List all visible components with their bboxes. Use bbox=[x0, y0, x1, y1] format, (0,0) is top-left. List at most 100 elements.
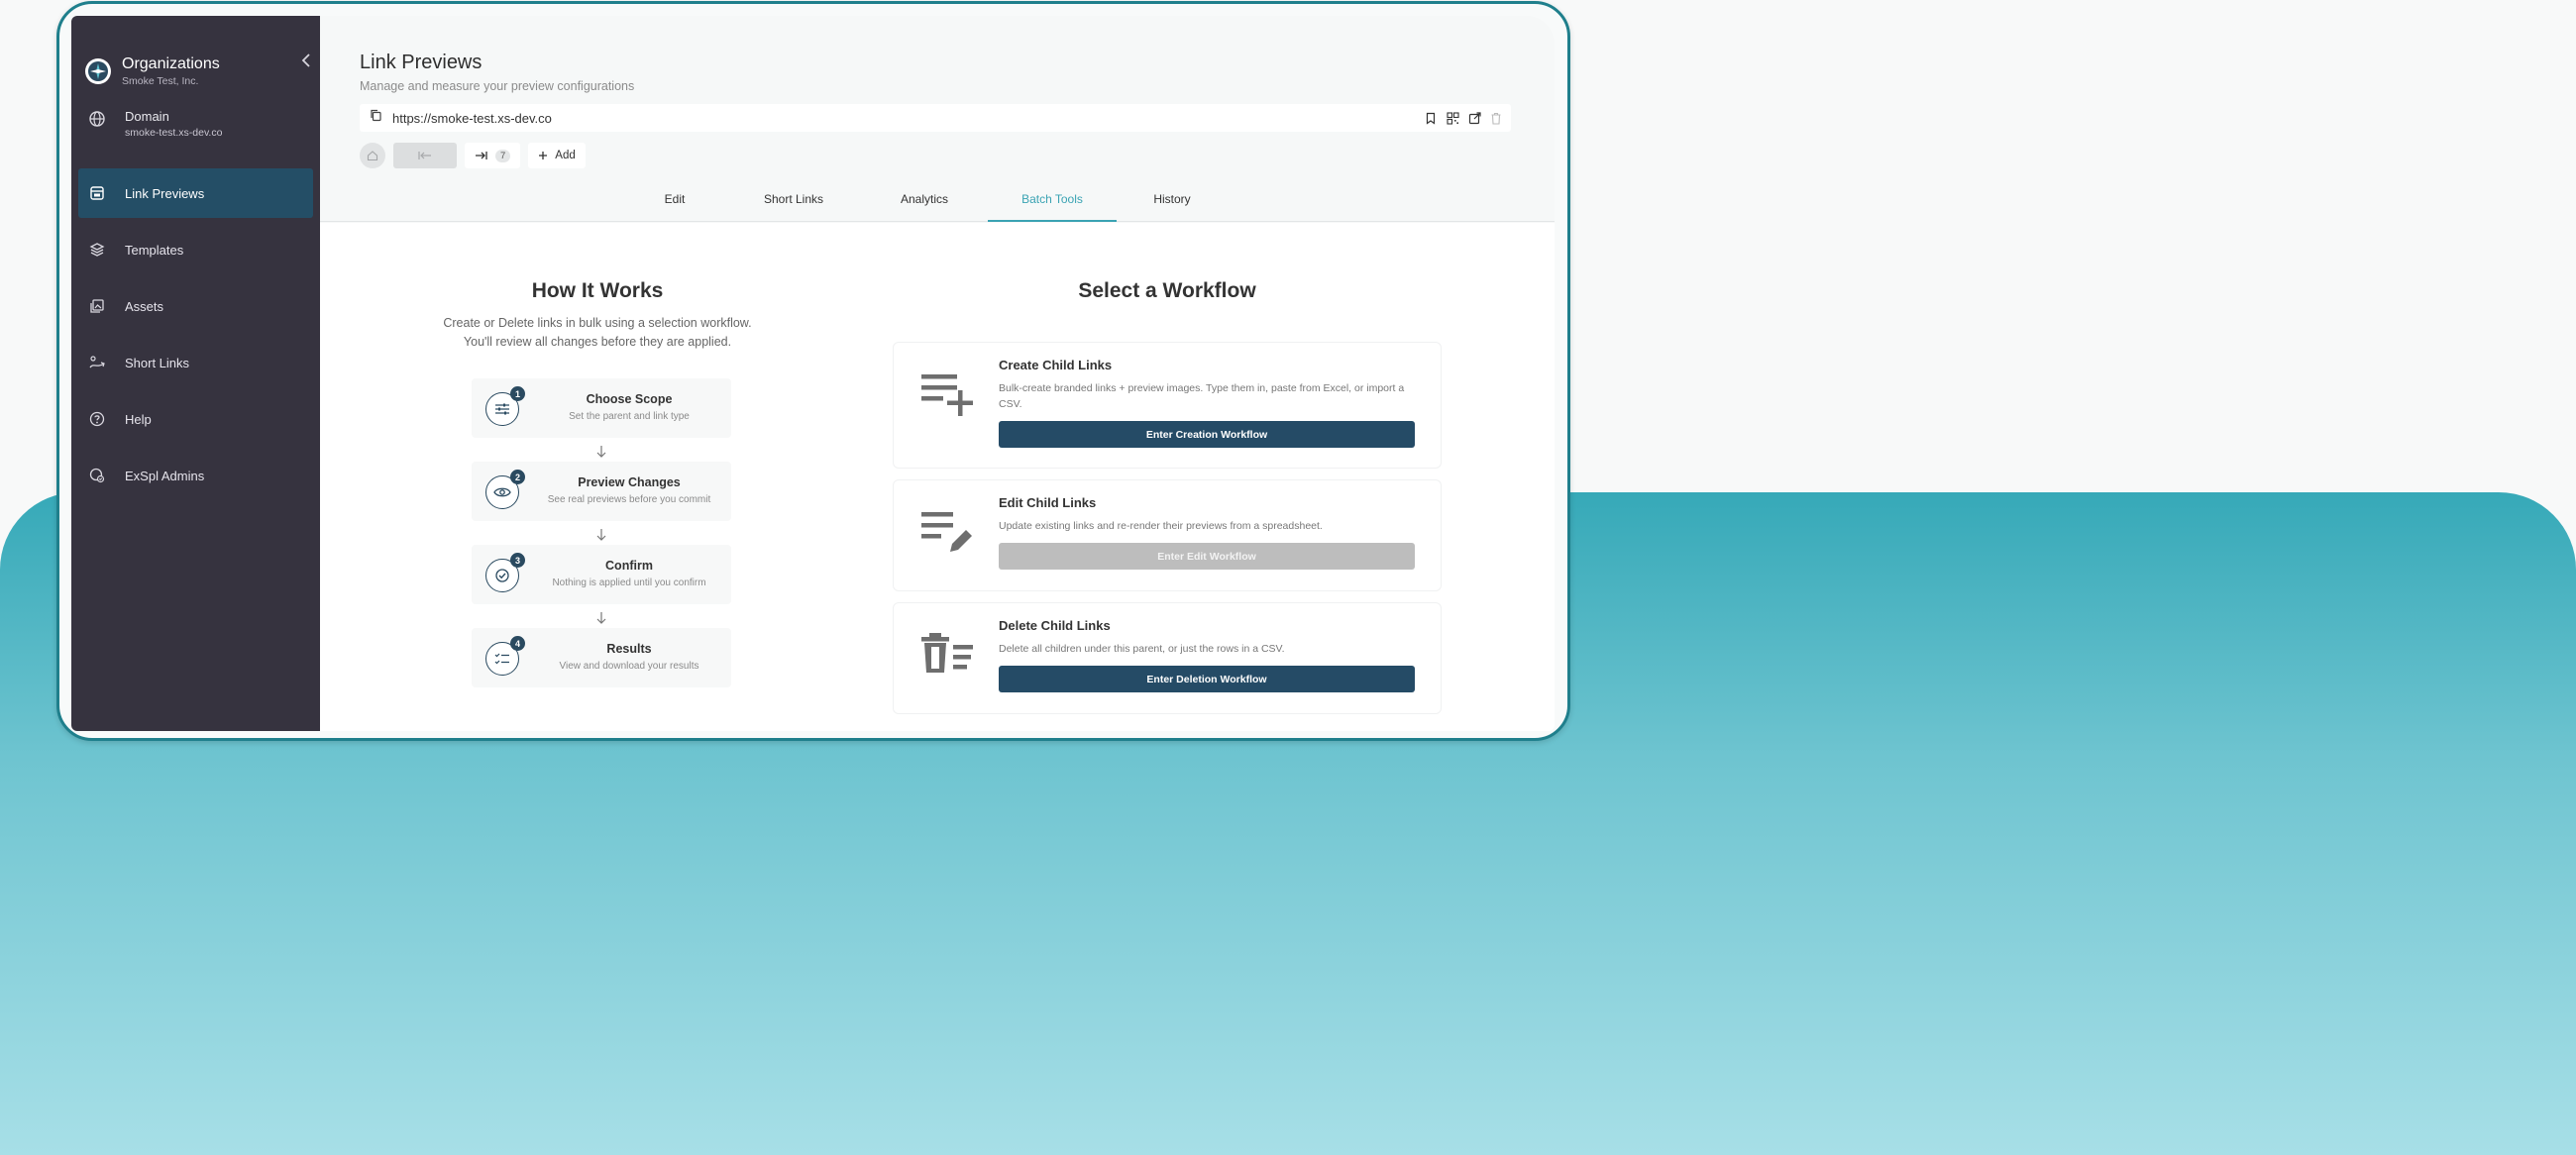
tab-batch-tools[interactable]: Batch Tools bbox=[988, 192, 1117, 222]
sidebar-item-assets[interactable]: Assets bbox=[78, 281, 313, 331]
arrow-down-icon bbox=[595, 528, 607, 545]
page-title: Link Previews bbox=[360, 52, 483, 73]
sidebar: Organizations Smoke Test, Inc. Domain sm… bbox=[71, 16, 320, 731]
how-it-works-description: Create or Delete links in bulk using a s… bbox=[419, 314, 776, 352]
add-label: Add bbox=[555, 150, 576, 161]
plus-icon bbox=[539, 152, 548, 159]
home-icon bbox=[367, 151, 378, 161]
children-button[interactable]: 7 bbox=[465, 143, 521, 168]
tab-label: History bbox=[1153, 192, 1191, 206]
sidebar-item-label: Link Previews bbox=[125, 185, 205, 201]
org-switcher[interactable]: Organizations Smoke Test, Inc. bbox=[71, 16, 320, 95]
short-link-icon bbox=[87, 353, 107, 372]
domain-selector[interactable]: Domain smoke-test.xs-dev.co bbox=[71, 95, 320, 155]
card-title: Edit Child Links bbox=[999, 495, 1097, 510]
card-description: Delete all children under this parent, o… bbox=[999, 643, 1285, 655]
sidebar-item-exspl-admins[interactable]: ExSpl Admins bbox=[78, 451, 313, 500]
enter-deletion-workflow-button[interactable]: Enter Deletion Workflow bbox=[999, 666, 1415, 692]
collapse-sidebar-icon[interactable] bbox=[301, 53, 311, 72]
children-count-badge: 7 bbox=[495, 149, 511, 162]
arrow-to-start-icon bbox=[418, 152, 431, 159]
page-header: Link Previews Manage and measure your pr… bbox=[320, 16, 1555, 93]
enter-edit-workflow-button: Enter Edit Workflow bbox=[999, 543, 1415, 570]
card-description: Update existing links and re-render thei… bbox=[999, 520, 1323, 532]
sidebar-item-label: Short Links bbox=[125, 355, 190, 370]
step-subtitle: View and download your results bbox=[559, 661, 699, 672]
admin-icon bbox=[87, 466, 107, 485]
link-preview-icon bbox=[87, 183, 107, 203]
delete-list-icon bbox=[919, 631, 977, 688]
description-line: Create or Delete links in bulk using a s… bbox=[443, 316, 752, 330]
globe-icon bbox=[87, 109, 107, 129]
step-subtitle: Nothing is applied until you confirm bbox=[552, 578, 706, 588]
description-line: You'll review all changes before they ar… bbox=[463, 335, 732, 349]
card-title: Create Child Links bbox=[999, 358, 1113, 372]
tab-label: Batch Tools bbox=[1021, 192, 1083, 206]
go-to-parent-button bbox=[393, 143, 457, 168]
tab-short-links[interactable]: Short Links bbox=[744, 192, 843, 222]
add-button[interactable]: Add bbox=[528, 143, 586, 168]
batch-tools-content: How It Works Create or Delete links in b… bbox=[320, 223, 1555, 731]
copy-icon[interactable] bbox=[370, 109, 382, 127]
create-child-links-card: Create Child Links Bulk-create branded l… bbox=[893, 342, 1442, 469]
tab-label: Edit bbox=[664, 192, 686, 206]
how-it-works-title: How It Works bbox=[531, 279, 664, 302]
step-results: 4 Results View and download your results bbox=[472, 628, 731, 687]
images-icon bbox=[87, 296, 107, 316]
page-subtitle: Manage and measure your preview configur… bbox=[360, 79, 635, 93]
url-text[interactable]: https://smoke-test.xs-dev.co bbox=[392, 111, 552, 126]
org-name: Organizations bbox=[122, 55, 220, 72]
org-subtitle: Smoke Test, Inc. bbox=[122, 75, 199, 87]
card-title: Delete Child Links bbox=[999, 618, 1111, 633]
list-edit-icon bbox=[919, 510, 977, 568]
step-preview-changes: 2 Preview Changes See real previews befo… bbox=[472, 462, 731, 521]
bookmark-icon[interactable] bbox=[1424, 111, 1438, 125]
list-add-icon bbox=[919, 372, 977, 430]
step-title: Results bbox=[606, 642, 652, 656]
main-panel: Link Previews Manage and measure your pr… bbox=[320, 16, 1555, 731]
tab-label: Short Links bbox=[763, 192, 824, 206]
step-subtitle: Set the parent and link type bbox=[569, 411, 690, 422]
step-number-badge: 2 bbox=[510, 470, 525, 484]
toolbar: 7 Add bbox=[360, 143, 586, 168]
edit-child-links-card: Edit Child Links Update existing links a… bbox=[893, 479, 1442, 591]
step-number-badge: 3 bbox=[510, 553, 525, 568]
step-subtitle: See real previews before you commit bbox=[547, 494, 711, 505]
step-choose-scope: 1 Choose Scope Set the parent and link t… bbox=[472, 378, 731, 438]
arrow-down-icon bbox=[595, 611, 607, 628]
step-number-badge: 4 bbox=[510, 636, 525, 651]
domain-value: smoke-test.xs-dev.co bbox=[125, 127, 223, 139]
sidebar-item-link-previews[interactable]: Link Previews bbox=[78, 168, 313, 218]
sidebar-item-help[interactable]: Help bbox=[78, 394, 313, 444]
url-bar: https://smoke-test.xs-dev.co bbox=[360, 104, 1511, 132]
select-workflow-title: Select a Workflow bbox=[1078, 279, 1256, 302]
step-title: Confirm bbox=[605, 559, 653, 573]
step-title: Choose Scope bbox=[586, 392, 673, 406]
trash-icon bbox=[1489, 111, 1503, 125]
qr-code-icon[interactable] bbox=[1446, 111, 1459, 125]
sidebar-item-label: Templates bbox=[125, 242, 184, 258]
tab-analytics[interactable]: Analytics bbox=[875, 192, 974, 222]
enter-creation-workflow-button[interactable]: Enter Creation Workflow bbox=[999, 421, 1415, 448]
domain-title: Domain bbox=[125, 109, 169, 124]
open-external-icon[interactable] bbox=[1467, 111, 1481, 125]
home-button bbox=[360, 143, 385, 168]
card-description: Bulk-create branded links + preview imag… bbox=[999, 382, 1405, 410]
tab-history[interactable]: History bbox=[1123, 192, 1222, 222]
arrow-to-end-icon bbox=[476, 152, 487, 159]
arrow-down-icon bbox=[595, 445, 607, 462]
delete-child-links-card: Delete Child Links Delete all children u… bbox=[893, 602, 1442, 714]
app-window: Organizations Smoke Test, Inc. Domain sm… bbox=[71, 16, 1555, 731]
tab-label: Analytics bbox=[900, 192, 949, 206]
sidebar-item-short-links[interactable]: Short Links bbox=[78, 338, 313, 387]
sidebar-item-label: ExSpl Admins bbox=[125, 468, 205, 483]
sidebar-item-label: Help bbox=[125, 411, 152, 427]
sidebar-nav: Link Previews Templates Assets Short Lin… bbox=[71, 168, 320, 500]
tab-edit[interactable]: Edit bbox=[645, 192, 704, 222]
layers-icon bbox=[87, 240, 107, 260]
help-icon bbox=[87, 409, 107, 429]
sidebar-item-templates[interactable]: Templates bbox=[78, 225, 313, 274]
step-confirm: 3 Confirm Nothing is applied until you c… bbox=[472, 545, 731, 604]
sidebar-item-label: Assets bbox=[125, 298, 164, 314]
step-title: Preview Changes bbox=[578, 475, 681, 489]
